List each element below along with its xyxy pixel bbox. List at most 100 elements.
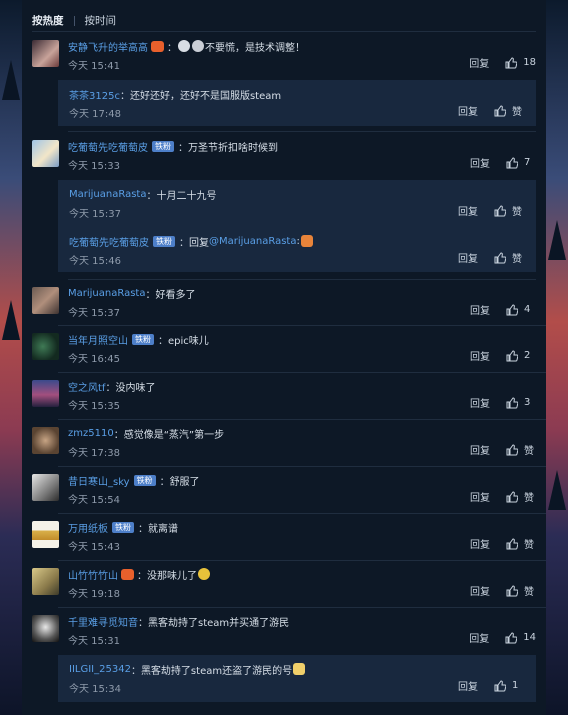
fan-badge: 铁粉 — [152, 140, 174, 152]
reply-box: MarijuanaRasta ： 十月二十九号 今天 15:37 回复 赞 吃葡… — [58, 180, 536, 272]
avatar[interactable] — [32, 140, 59, 167]
reply-username[interactable]: 茶茶3125c — [69, 87, 120, 102]
like-button[interactable]: 3 — [506, 396, 536, 409]
comment-username[interactable]: 安静飞升的举高高 — [68, 39, 148, 54]
reply-time: 今天 15:46 — [69, 256, 121, 267]
mention-link[interactable]: @MarijuanaRasta — [209, 236, 296, 247]
smiley-emoji-icon — [198, 568, 210, 580]
reply-button[interactable]: 回复 — [470, 302, 490, 317]
reply-button[interactable]: 回复 — [458, 250, 478, 265]
comment-username[interactable]: 吃葡萄先吃葡萄皮 — [68, 139, 148, 154]
like-button[interactable]: 赞 — [506, 489, 536, 504]
avatar[interactable] — [32, 568, 59, 595]
reply-button[interactable]: 回复 — [470, 442, 490, 457]
avatar[interactable] — [32, 474, 59, 501]
thumbs-up-icon — [506, 443, 518, 455]
thumbs-up-icon — [506, 396, 518, 408]
like-button[interactable]: 7 — [506, 156, 536, 169]
like-button[interactable]: 赞 — [506, 583, 536, 598]
reply-text: 黑客劫持了steam还盗了游民的号 — [140, 665, 293, 677]
like-button[interactable]: 1 — [494, 679, 524, 692]
reply-time: 今天 17:48 — [69, 109, 121, 120]
like-count: 14 — [523, 632, 536, 643]
comment-divider — [58, 560, 546, 561]
comment-divider — [58, 607, 546, 608]
like-count: 18 — [523, 57, 536, 68]
reply-button[interactable]: 回复 — [470, 489, 490, 504]
reply-button[interactable]: 回复 — [458, 678, 478, 693]
reply-username[interactable]: 吃葡萄先吃葡萄皮 — [69, 234, 149, 249]
thumbs-up-icon — [505, 56, 518, 68]
comment-username[interactable]: 当年月照空山 — [68, 332, 128, 347]
like-button[interactable]: 4 — [506, 303, 536, 316]
comment-item: 安静飞升的举高高 ： 不要慌，是技术调整！ 今天 15:41 回复 18 — [32, 38, 536, 74]
left-scenery-decoration — [0, 0, 22, 715]
comment-time: 今天 15:37 — [68, 308, 120, 319]
comment-time: 今天 19:18 — [68, 589, 120, 600]
reply-box: IILGII_25342 ： 黑客劫持了steam还盗了游民的号 今天 15:3… — [58, 655, 536, 702]
fan-badge: 铁粉 — [132, 333, 154, 345]
comment-username[interactable]: MarijuanaRasta — [68, 288, 145, 299]
reply-button[interactable]: 回复 — [470, 348, 490, 363]
avatar[interactable] — [32, 287, 59, 314]
like-button[interactable]: 14 — [505, 631, 536, 644]
tree-silhouette — [2, 60, 20, 100]
tab-sort-hot[interactable]: 按热度 — [32, 13, 64, 28]
comment-username[interactable]: zmz5110 — [68, 428, 114, 439]
thumbs-up-icon — [506, 490, 518, 502]
reply-button[interactable]: 回复 — [469, 55, 489, 70]
reply-button[interactable]: 回复 — [458, 103, 478, 118]
header-divider — [32, 31, 536, 32]
comment-text: 就离谱 — [148, 523, 178, 535]
sticker-face-icon — [178, 40, 190, 52]
sticker-face-icon — [192, 40, 204, 52]
like-button[interactable]: 赞 — [494, 103, 524, 118]
comment-divider — [68, 279, 536, 280]
thumbs-up-icon — [506, 537, 518, 549]
comment-divider — [58, 513, 546, 514]
avatar[interactable] — [32, 427, 59, 454]
fan-badge: 铁粉 — [153, 235, 175, 247]
comment-divider — [68, 131, 536, 132]
like-count: 赞 — [512, 254, 522, 265]
reply-username[interactable]: IILGII_25342 — [69, 664, 131, 675]
like-count: 7 — [524, 157, 531, 168]
reply-button[interactable]: 回复 — [470, 155, 490, 170]
like-button[interactable]: 赞 — [494, 250, 524, 265]
reply-button[interactable]: 回复 — [470, 583, 490, 598]
like-button[interactable]: 2 — [506, 349, 536, 362]
like-button[interactable]: 赞 — [506, 442, 536, 457]
reply-button[interactable]: 回复 — [469, 630, 489, 645]
tab-sort-time[interactable]: 按时间 — [85, 13, 117, 28]
avatar[interactable] — [32, 40, 59, 67]
comment-username[interactable]: 千里难寻觅知音 — [68, 614, 138, 629]
tab-divider — [73, 15, 75, 26]
avatar[interactable] — [32, 333, 59, 360]
reply-button[interactable]: 回复 — [470, 395, 490, 410]
comment-time: 今天 17:38 — [68, 448, 120, 459]
avatar[interactable] — [32, 615, 59, 642]
avatar[interactable] — [32, 380, 59, 407]
like-count: 赞 — [524, 493, 534, 504]
reply-text: 回复 — [189, 237, 209, 249]
comment-item: 山竹竹竹山 ： 没那味儿了 今天 19:18 回复 赞 — [32, 566, 536, 602]
tree-silhouette — [548, 220, 566, 260]
like-button[interactable]: 赞 — [506, 536, 536, 551]
comment-divider — [58, 466, 546, 467]
reply-button[interactable]: 回复 — [458, 203, 478, 218]
comment-username[interactable]: 空之风tf — [68, 379, 105, 394]
comment-username[interactable]: 昔日寒山_sky — [68, 473, 130, 488]
like-button[interactable]: 18 — [505, 56, 536, 69]
like-button[interactable]: 赞 — [494, 203, 524, 218]
comment-username[interactable]: 万用纸板 — [68, 520, 108, 535]
comment-text: 感觉像是“蒸汽”第一步 — [123, 429, 225, 441]
reply-time: 今天 15:34 — [69, 684, 121, 695]
thumbs-up-icon — [506, 303, 518, 315]
comment-time: 今天 15:43 — [68, 542, 120, 553]
comment-username[interactable]: 山竹竹竹山 — [68, 567, 118, 582]
avatar[interactable] — [32, 521, 59, 548]
reply-button[interactable]: 回复 — [470, 536, 490, 551]
like-count: 3 — [524, 397, 531, 408]
comment-item: 千里难寻觅知音 ： 黑客劫持了steam并买通了游民 今天 15:31 回复 1… — [32, 613, 536, 649]
reply-username[interactable]: MarijuanaRasta — [69, 189, 146, 200]
